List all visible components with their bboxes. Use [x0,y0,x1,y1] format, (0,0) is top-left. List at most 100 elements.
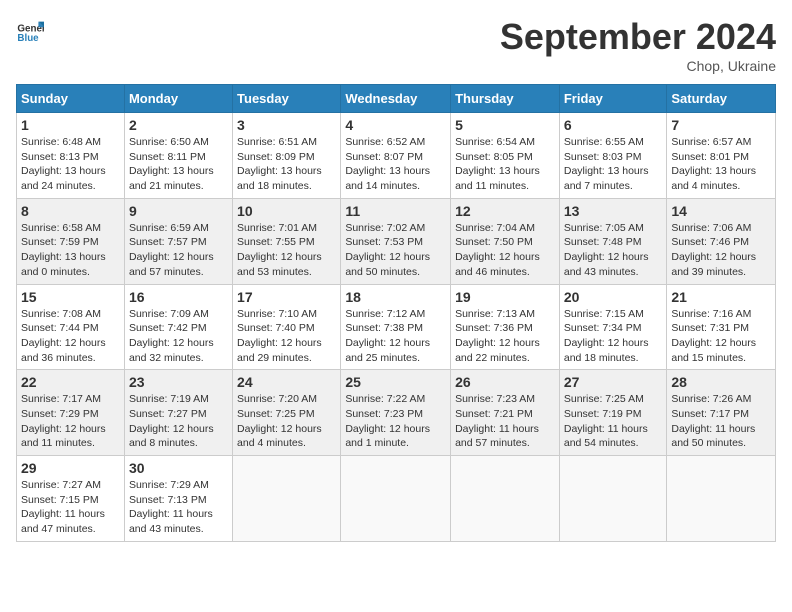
day-number: 4 [345,117,446,133]
day-info: Sunrise: 7:26 AMSunset: 7:17 PMDaylight:… [671,393,755,449]
month-title: September 2024 [500,16,776,58]
calendar-cell: 30 Sunrise: 7:29 AMSunset: 7:13 PMDaylig… [124,456,232,542]
calendar-cell: 10 Sunrise: 7:01 AMSunset: 7:55 PMDaylig… [233,198,341,284]
calendar-cell: 27 Sunrise: 7:25 AMSunset: 7:19 PMDaylig… [559,370,667,456]
day-info: Sunrise: 6:58 AMSunset: 7:59 PMDaylight:… [21,222,106,278]
calendar-cell: 28 Sunrise: 7:26 AMSunset: 7:17 PMDaylig… [667,370,776,456]
calendar-cell: 16 Sunrise: 7:09 AMSunset: 7:42 PMDaylig… [124,284,232,370]
day-number: 26 [455,374,555,390]
header-wednesday: Wednesday [341,85,451,113]
calendar-cell: 8 Sunrise: 6:58 AMSunset: 7:59 PMDayligh… [17,198,125,284]
calendar-row: 29 Sunrise: 7:27 AMSunset: 7:15 PMDaylig… [17,456,776,542]
day-info: Sunrise: 7:04 AMSunset: 7:50 PMDaylight:… [455,222,540,278]
day-info: Sunrise: 6:55 AMSunset: 8:03 PMDaylight:… [564,136,649,192]
day-info: Sunrise: 7:15 AMSunset: 7:34 PMDaylight:… [564,308,649,364]
calendar-cell: 17 Sunrise: 7:10 AMSunset: 7:40 PMDaylig… [233,284,341,370]
day-info: Sunrise: 7:06 AMSunset: 7:46 PMDaylight:… [671,222,756,278]
day-number: 8 [21,203,120,219]
day-info: Sunrise: 7:25 AMSunset: 7:19 PMDaylight:… [564,393,648,449]
calendar-cell: 11 Sunrise: 7:02 AMSunset: 7:53 PMDaylig… [341,198,451,284]
calendar-row: 1 Sunrise: 6:48 AMSunset: 8:13 PMDayligh… [17,113,776,199]
day-number: 2 [129,117,228,133]
day-number: 22 [21,374,120,390]
day-number: 29 [21,460,120,476]
day-info: Sunrise: 7:10 AMSunset: 7:40 PMDaylight:… [237,308,322,364]
day-info: Sunrise: 7:22 AMSunset: 7:23 PMDaylight:… [345,393,430,449]
day-info: Sunrise: 6:52 AMSunset: 8:07 PMDaylight:… [345,136,430,192]
day-number: 24 [237,374,336,390]
day-number: 19 [455,289,555,305]
calendar-cell: 7 Sunrise: 6:57 AMSunset: 8:01 PMDayligh… [667,113,776,199]
calendar-cell: 4 Sunrise: 6:52 AMSunset: 8:07 PMDayligh… [341,113,451,199]
calendar-cell [341,456,451,542]
day-info: Sunrise: 7:16 AMSunset: 7:31 PMDaylight:… [671,308,756,364]
header-monday: Monday [124,85,232,113]
calendar-cell [233,456,341,542]
svg-text:Blue: Blue [17,33,39,44]
calendar-cell: 19 Sunrise: 7:13 AMSunset: 7:36 PMDaylig… [451,284,560,370]
calendar-cell: 9 Sunrise: 6:59 AMSunset: 7:57 PMDayligh… [124,198,232,284]
day-info: Sunrise: 7:29 AMSunset: 7:13 PMDaylight:… [129,479,213,535]
calendar-cell: 20 Sunrise: 7:15 AMSunset: 7:34 PMDaylig… [559,284,667,370]
calendar-row: 22 Sunrise: 7:17 AMSunset: 7:29 PMDaylig… [17,370,776,456]
day-info: Sunrise: 7:19 AMSunset: 7:27 PMDaylight:… [129,393,214,449]
calendar-cell: 21 Sunrise: 7:16 AMSunset: 7:31 PMDaylig… [667,284,776,370]
day-info: Sunrise: 6:54 AMSunset: 8:05 PMDaylight:… [455,136,540,192]
header-saturday: Saturday [667,85,776,113]
day-number: 30 [129,460,228,476]
calendar-cell: 13 Sunrise: 7:05 AMSunset: 7:48 PMDaylig… [559,198,667,284]
calendar-cell: 18 Sunrise: 7:12 AMSunset: 7:38 PMDaylig… [341,284,451,370]
calendar-cell: 29 Sunrise: 7:27 AMSunset: 7:15 PMDaylig… [17,456,125,542]
calendar-cell: 2 Sunrise: 6:50 AMSunset: 8:11 PMDayligh… [124,113,232,199]
header-friday: Friday [559,85,667,113]
day-info: Sunrise: 6:51 AMSunset: 8:09 PMDaylight:… [237,136,322,192]
weekday-header-row: Sunday Monday Tuesday Wednesday Thursday… [17,85,776,113]
day-number: 14 [671,203,771,219]
day-info: Sunrise: 7:01 AMSunset: 7:55 PMDaylight:… [237,222,322,278]
day-info: Sunrise: 7:20 AMSunset: 7:25 PMDaylight:… [237,393,322,449]
day-number: 15 [21,289,120,305]
day-number: 12 [455,203,555,219]
header: General Blue September 2024 Chop, Ukrain… [16,16,776,74]
day-info: Sunrise: 6:57 AMSunset: 8:01 PMDaylight:… [671,136,756,192]
day-info: Sunrise: 7:12 AMSunset: 7:38 PMDaylight:… [345,308,430,364]
day-info: Sunrise: 7:05 AMSunset: 7:48 PMDaylight:… [564,222,649,278]
calendar-cell: 5 Sunrise: 6:54 AMSunset: 8:05 PMDayligh… [451,113,560,199]
logo: General Blue [16,16,44,44]
day-number: 10 [237,203,336,219]
day-number: 18 [345,289,446,305]
calendar-cell: 1 Sunrise: 6:48 AMSunset: 8:13 PMDayligh… [17,113,125,199]
day-number: 11 [345,203,446,219]
day-info: Sunrise: 7:17 AMSunset: 7:29 PMDaylight:… [21,393,106,449]
day-info: Sunrise: 6:59 AMSunset: 7:57 PMDaylight:… [129,222,214,278]
day-number: 6 [564,117,663,133]
calendar-cell [451,456,560,542]
calendar-cell [559,456,667,542]
day-number: 16 [129,289,228,305]
calendar-cell [667,456,776,542]
header-tuesday: Tuesday [233,85,341,113]
day-number: 3 [237,117,336,133]
title-area: September 2024 Chop, Ukraine [500,16,776,74]
calendar-cell: 22 Sunrise: 7:17 AMSunset: 7:29 PMDaylig… [17,370,125,456]
day-number: 7 [671,117,771,133]
day-number: 27 [564,374,663,390]
subtitle: Chop, Ukraine [500,58,776,74]
day-number: 20 [564,289,663,305]
calendar-cell: 12 Sunrise: 7:04 AMSunset: 7:50 PMDaylig… [451,198,560,284]
calendar-cell: 23 Sunrise: 7:19 AMSunset: 7:27 PMDaylig… [124,370,232,456]
calendar-cell: 26 Sunrise: 7:23 AMSunset: 7:21 PMDaylig… [451,370,560,456]
calendar-cell: 15 Sunrise: 7:08 AMSunset: 7:44 PMDaylig… [17,284,125,370]
day-number: 13 [564,203,663,219]
day-number: 9 [129,203,228,219]
day-number: 17 [237,289,336,305]
day-info: Sunrise: 7:09 AMSunset: 7:42 PMDaylight:… [129,308,214,364]
day-info: Sunrise: 7:27 AMSunset: 7:15 PMDaylight:… [21,479,105,535]
day-number: 5 [455,117,555,133]
calendar-cell: 3 Sunrise: 6:51 AMSunset: 8:09 PMDayligh… [233,113,341,199]
day-info: Sunrise: 6:48 AMSunset: 8:13 PMDaylight:… [21,136,106,192]
calendar-cell: 14 Sunrise: 7:06 AMSunset: 7:46 PMDaylig… [667,198,776,284]
header-sunday: Sunday [17,85,125,113]
day-info: Sunrise: 7:13 AMSunset: 7:36 PMDaylight:… [455,308,540,364]
calendar-row: 8 Sunrise: 6:58 AMSunset: 7:59 PMDayligh… [17,198,776,284]
